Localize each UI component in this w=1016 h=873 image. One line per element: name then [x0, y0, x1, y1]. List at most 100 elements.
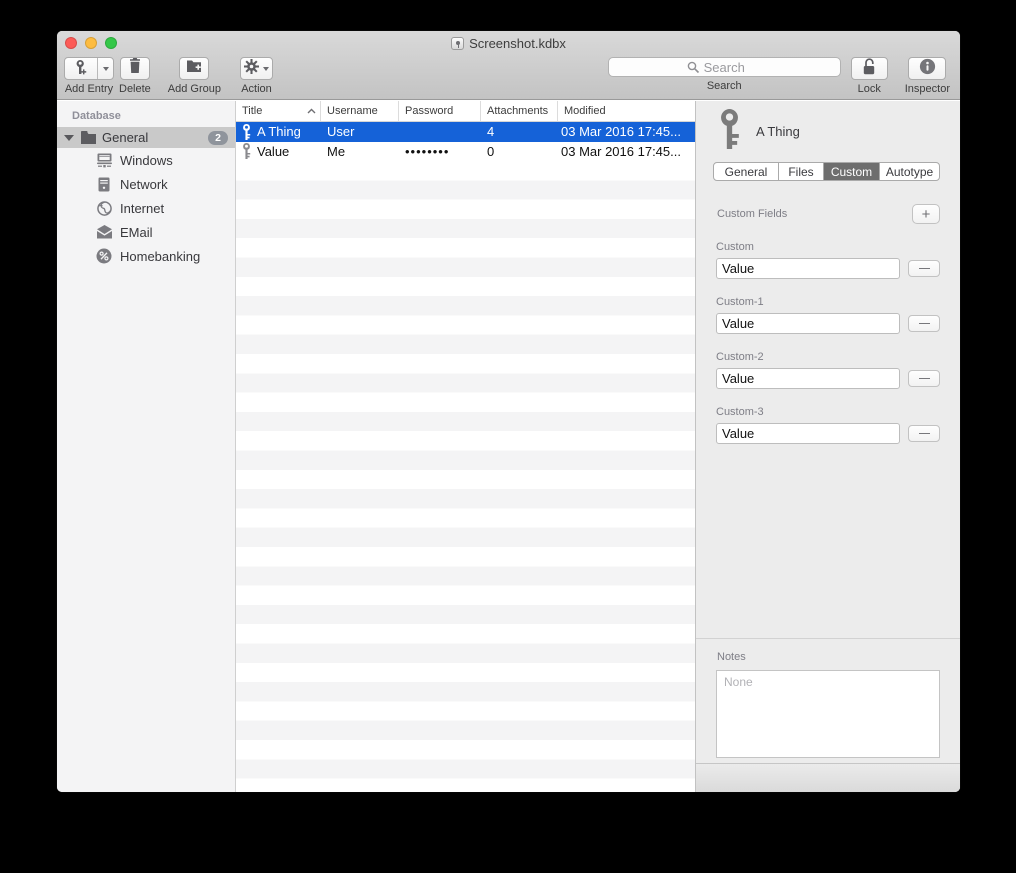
table-empty-stripes [236, 161, 695, 792]
field-label: Custom-3 [716, 406, 940, 418]
key-plus-icon [65, 58, 97, 79]
sidebar-item-general[interactable]: General 2 [57, 127, 235, 148]
inspector-tabs: General Files Custom Autotype [713, 162, 940, 181]
custom-fields-header: Custom Fields + [717, 204, 940, 224]
column-header-username[interactable]: Username [321, 101, 399, 121]
custom-field: Custom-1 [716, 296, 940, 334]
gear-icon [244, 59, 259, 79]
inspector-label: Inspector [905, 83, 950, 95]
sort-ascending-icon [307, 108, 316, 114]
column-header-title[interactable]: Title [236, 101, 321, 121]
sidebar-item-email[interactable]: EMail [57, 220, 235, 244]
sidebar-item-homebanking[interactable]: Homebanking [57, 244, 235, 268]
folder-icon [80, 131, 97, 144]
entry-title: A Thing [756, 124, 800, 139]
add-entry-item: Add Entry [64, 57, 114, 95]
field-value-input[interactable] [716, 423, 900, 444]
search-field[interactable] [608, 57, 841, 77]
search-item: Search [608, 57, 841, 92]
add-entry-button[interactable] [64, 57, 114, 80]
add-group-button[interactable] [179, 57, 209, 80]
cell-title: A Thing [257, 124, 301, 139]
globe-icon [95, 201, 113, 216]
lock-label: Lock [858, 83, 881, 95]
inspector-button[interactable] [908, 57, 946, 80]
sidebar-item-network[interactable]: Network [57, 172, 235, 196]
delete-button[interactable] [120, 57, 150, 80]
remove-field-button[interactable] [908, 315, 940, 332]
unlock-icon [861, 57, 877, 81]
notes-section: Notes [696, 638, 960, 763]
delete-item: Delete [119, 57, 151, 95]
inspector-item: Inspector [905, 57, 950, 95]
folder-plus-icon [186, 59, 202, 78]
chevron-down-icon [263, 67, 269, 71]
notes-textarea[interactable] [716, 670, 940, 758]
column-header-attachments[interactable]: Attachments [481, 101, 558, 121]
remove-field-button[interactable] [908, 425, 940, 442]
inspector-panel: A Thing General Files Custom Autotype Cu… [696, 101, 960, 792]
minus-icon [919, 268, 930, 270]
search-input[interactable] [608, 57, 841, 77]
disclosure-triangle-icon[interactable] [64, 135, 74, 141]
add-entry-dropdown[interactable] [97, 58, 113, 79]
custom-fields-label: Custom Fields [717, 208, 787, 220]
tab-files[interactable]: Files [779, 163, 824, 180]
add-entry-label: Add Entry [65, 83, 113, 95]
server-icon [95, 177, 113, 192]
column-header-password[interactable]: Password [399, 101, 481, 121]
document-proxy-icon [451, 37, 464, 50]
inspector-header: A Thing [696, 101, 960, 154]
table-row[interactable]: A Thing User 4 03 Mar 2016 17:45... [236, 122, 695, 142]
cell-modified: 03 Mar 2016 17:45... [558, 124, 695, 139]
add-custom-field-button[interactable]: + [912, 204, 940, 224]
app-window: Screenshot.kdbx Add Entry [57, 31, 960, 792]
cell-modified: 03 Mar 2016 17:45... [558, 144, 695, 159]
titlebar: Screenshot.kdbx [57, 36, 960, 51]
cell-username: Me [321, 144, 399, 159]
sidebar-item-label: Windows [120, 153, 173, 168]
sidebar-item-label: EMail [120, 225, 153, 240]
action-button[interactable] [240, 57, 273, 80]
tab-autotype[interactable]: Autotype [880, 163, 939, 180]
lock-item: Lock [851, 57, 888, 95]
field-value-input[interactable] [716, 313, 900, 334]
content-area: Database General 2 Windows [57, 101, 960, 792]
minus-icon [919, 378, 930, 380]
tab-general[interactable]: General [714, 163, 779, 180]
cell-password: •••••••• [399, 144, 481, 159]
sidebar-item-label: Homebanking [120, 249, 200, 264]
field-value-input[interactable] [716, 368, 900, 389]
sidebar-item-internet[interactable]: Internet [57, 196, 235, 220]
lock-button[interactable] [851, 57, 888, 80]
remove-field-button[interactable] [908, 370, 940, 387]
cell-attachments: 4 [481, 124, 558, 139]
chevron-down-icon [103, 67, 109, 71]
key-icon [242, 124, 251, 140]
add-group-item: Add Group [168, 57, 221, 95]
inspector-bottom-bar [696, 763, 960, 792]
windows-computer-icon [95, 153, 113, 168]
add-group-label: Add Group [168, 83, 221, 95]
notes-label: Notes [717, 651, 960, 663]
search-icon [687, 61, 700, 79]
entry-table: Title Username Password Attachments Modi… [236, 101, 696, 792]
sidebar-item-label: Internet [120, 201, 164, 216]
custom-field: Custom-3 [716, 406, 940, 444]
action-item: Action [240, 57, 273, 95]
envelope-icon [95, 225, 113, 239]
desktop-background: Screenshot.kdbx Add Entry [0, 0, 1016, 873]
key-icon [718, 109, 741, 154]
sidebar-item-windows[interactable]: Windows [57, 148, 235, 172]
remove-field-button[interactable] [908, 260, 940, 277]
sidebar-item-label: Network [120, 177, 168, 192]
tab-custom[interactable]: Custom [824, 163, 880, 180]
trash-icon [128, 58, 142, 79]
entry-count-badge: 2 [208, 131, 228, 145]
table-header: Title Username Password Attachments Modi… [236, 101, 695, 122]
field-value-input[interactable] [716, 258, 900, 279]
delete-label: Delete [119, 83, 151, 95]
table-row[interactable]: Value Me •••••••• 0 03 Mar 2016 17:45... [236, 142, 695, 162]
column-header-modified[interactable]: Modified [558, 101, 695, 121]
info-icon [919, 58, 936, 80]
